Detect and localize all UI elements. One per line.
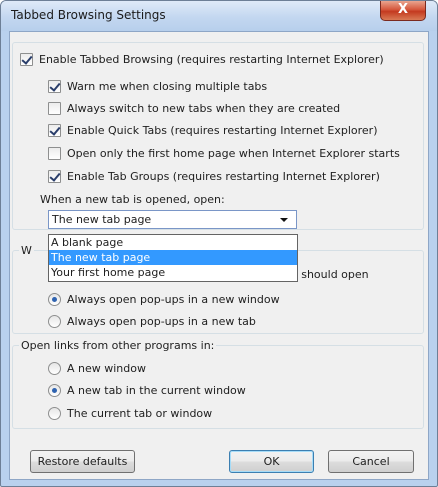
chevron-down-icon[interactable]	[280, 217, 288, 222]
open-first-home-checkbox-row[interactable]: Open only the first home page when Inter…	[48, 144, 400, 162]
enable-tabbed-checkbox-row[interactable]: Enable Tabbed Browsing (requires restart…	[20, 50, 384, 68]
links-group-legend: Open links from other programs in:	[19, 339, 217, 352]
warn-closing-checkbox[interactable]	[48, 79, 61, 93]
new-tab-select[interactable]: The new tab page	[48, 210, 297, 229]
open-first-home-checkbox[interactable]	[48, 146, 61, 160]
new-tab-label: When a new tab is opened, open:	[40, 192, 225, 206]
title-bar[interactable]: Tabbed Browsing Settings X	[1, 1, 437, 31]
links-new-window-radio[interactable]	[48, 361, 61, 375]
tab-groups-checkbox[interactable]	[48, 169, 61, 183]
popups-legend-tail: s should open	[292, 268, 369, 281]
links-current-tab-radio[interactable]	[48, 406, 61, 420]
always-switch-checkbox-row[interactable]: Always switch to new tabs when they are …	[48, 99, 340, 117]
dialog-window: Tabbed Browsing Settings X Enable Tabbed…	[0, 0, 438, 487]
quick-tabs-checkbox[interactable]	[48, 123, 61, 137]
tab-groups-checkbox-row[interactable]: Enable Tab Groups (requires restarting I…	[48, 167, 380, 185]
popup-new-window-radio[interactable]	[48, 292, 61, 306]
window-title: Tabbed Browsing Settings	[11, 8, 166, 22]
quick-tabs-checkbox-row[interactable]: Enable Quick Tabs (requires restarting I…	[48, 121, 377, 139]
links-new-tab-radio-row[interactable]: A new tab in the current window	[48, 381, 246, 399]
links-current-tab-label: The current tab or window	[67, 406, 213, 420]
warn-closing-label: Warn me when closing multiple tabs	[67, 79, 268, 93]
always-switch-checkbox[interactable]	[48, 101, 61, 115]
new-tab-label-row: When a new tab is opened, open:	[40, 190, 225, 208]
links-current-tab-radio-row[interactable]: The current tab or window	[48, 404, 212, 422]
dialog-client-area: Enable Tabbed Browsing (requires restart…	[9, 31, 429, 480]
open-first-home-label: Open only the first home page when Inter…	[67, 146, 400, 160]
ok-button[interactable]: OK	[229, 450, 314, 473]
dropdown-option-blank[interactable]: A blank page	[49, 235, 297, 250]
new-tab-select-value: The new tab page	[52, 213, 152, 226]
dropdown-option-new-tab[interactable]: The new tab page	[49, 250, 297, 265]
close-button[interactable]: X	[380, 1, 426, 21]
tab-groups-label: Enable Tab Groups (requires restarting I…	[67, 169, 380, 183]
close-icon: X	[397, 2, 409, 17]
popup-new-window-label: Always open pop-ups in a new window	[67, 292, 280, 306]
popup-new-tab-label: Always open pop-ups in a new tab	[67, 314, 256, 328]
dropdown-option-home[interactable]: Your first home page	[49, 265, 297, 280]
popup-new-tab-radio-row[interactable]: Always open pop-ups in a new tab	[48, 312, 256, 330]
links-new-window-label: A new window	[67, 361, 146, 375]
popup-new-tab-radio[interactable]	[48, 314, 61, 328]
warn-closing-checkbox-row[interactable]: Warn me when closing multiple tabs	[48, 77, 267, 95]
popups-group-legend: W	[19, 244, 34, 257]
links-new-tab-radio[interactable]	[48, 383, 61, 397]
always-switch-label: Always switch to new tabs when they are …	[67, 101, 341, 115]
popup-new-window-radio-row[interactable]: Always open pop-ups in a new window	[48, 290, 280, 308]
quick-tabs-label: Enable Quick Tabs (requires restarting I…	[67, 123, 378, 137]
enable-tabbed-checkbox[interactable]	[20, 52, 33, 66]
enable-tabbed-label: Enable Tabbed Browsing (requires restart…	[39, 52, 384, 66]
restore-defaults-button[interactable]: Restore defaults	[30, 450, 135, 473]
links-new-window-radio-row[interactable]: A new window	[48, 359, 146, 377]
cancel-button[interactable]: Cancel	[328, 450, 414, 473]
links-new-tab-label: A new tab in the current window	[67, 383, 246, 397]
new-tab-dropdown-list[interactable]: A blank page The new tab page Your first…	[48, 234, 298, 282]
